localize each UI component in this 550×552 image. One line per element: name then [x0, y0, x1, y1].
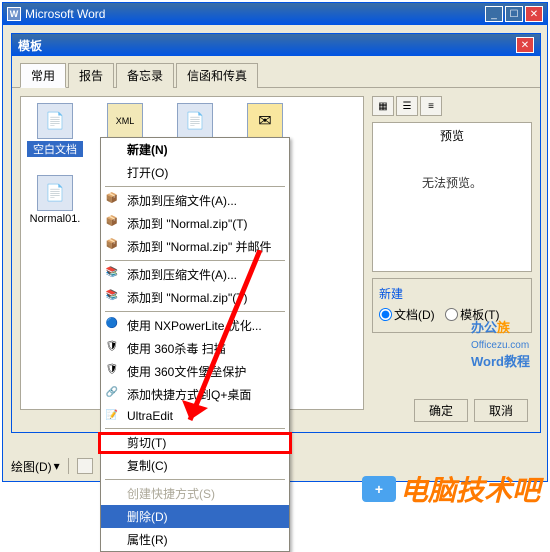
- menu-item-label: 添加到 "Normal.zip"(T): [127, 217, 248, 231]
- menu-item[interactable]: 📦 添加到 "Normal.zip"(T): [101, 212, 289, 235]
- xml-icon: XML: [107, 103, 143, 139]
- menu-item-label: 复制(C): [127, 459, 168, 473]
- menu-item[interactable]: 打开(O): [101, 161, 289, 184]
- menu-item[interactable]: 📝 UltraEdit: [101, 406, 289, 426]
- menu-item[interactable]: 剪切(T): [101, 431, 289, 454]
- menu-item[interactable]: 🔗 添加快捷方式到Q+桌面: [101, 383, 289, 406]
- menu-item-icon: 📦: [105, 191, 119, 205]
- menu-item[interactable]: 📦 添加到压缩文件(A)...: [101, 189, 289, 212]
- radio-template-input[interactable]: [445, 308, 458, 321]
- menu-separator: [105, 428, 285, 429]
- menu-separator: [105, 260, 285, 261]
- menu-item-label: 使用 360杀毒 扫描: [127, 342, 226, 356]
- tab-reports[interactable]: 报告: [68, 63, 114, 88]
- dialog-tabs: 常用 报告 备忘录 信函和传真: [12, 56, 540, 88]
- menu-item[interactable]: 🔵 使用 NXPowerLite 优化...: [101, 314, 289, 337]
- menu-item-label: 使用 NXPowerLite 优化...: [127, 319, 262, 333]
- menu-separator: [105, 479, 285, 480]
- window-title: Microsoft Word: [25, 7, 485, 21]
- mail-icon: ✉: [247, 103, 283, 139]
- preview-message: 无法预览。: [377, 174, 527, 191]
- dialog-close-button[interactable]: ✕: [516, 37, 534, 53]
- view-details-button[interactable]: ≡: [420, 96, 442, 116]
- menu-item-label: 打开(O): [127, 166, 168, 180]
- watermark-officezu: 办公族 Officezu.com Word教程: [471, 317, 530, 370]
- template-item-label: 空白文档: [27, 141, 83, 157]
- toolbar-separator: [68, 458, 69, 474]
- menu-item-icon: 🛡: [105, 362, 119, 376]
- menu-item[interactable]: 新建(N): [101, 138, 289, 161]
- watermark-text: 族: [497, 320, 510, 335]
- watermark-text: 电脑技术吧: [400, 469, 540, 509]
- cancel-button[interactable]: 取消: [474, 399, 528, 422]
- tab-memos[interactable]: 备忘录: [116, 63, 174, 88]
- minimize-button[interactable]: _: [485, 6, 503, 22]
- new-header: 新建: [379, 285, 525, 302]
- radio-document-label: 文档(D): [394, 306, 435, 323]
- menu-item-icon: 📝: [105, 408, 119, 422]
- view-large-icons-button[interactable]: ▦: [372, 96, 394, 116]
- template-item-blank-doc[interactable]: 📄 空白文档: [27, 103, 83, 157]
- menu-item[interactable]: 📦 添加到 "Normal.zip" 并邮件: [101, 235, 289, 258]
- select-objects-button[interactable]: [73, 456, 97, 476]
- menu-item-icon: 📦: [105, 237, 119, 251]
- menu-item-icon: 📚: [105, 288, 119, 302]
- menu-item-icon: 📦: [105, 214, 119, 228]
- menu-separator: [105, 186, 285, 187]
- menu-item-label: 属性(R): [127, 533, 168, 547]
- menu-item: 创建快捷方式(S): [101, 482, 289, 505]
- menu-item[interactable]: 🛡 使用 360文件堡垒保护: [101, 360, 289, 383]
- dialog-titlebar: 模板 ✕: [12, 34, 540, 56]
- word-app-icon: W: [7, 7, 21, 21]
- watermark-text: Officezu.com: [471, 340, 529, 351]
- watermark-text: 办公: [471, 320, 497, 335]
- menu-item[interactable]: 属性(R): [101, 528, 289, 551]
- view-list-button[interactable]: ☰: [396, 96, 418, 116]
- preview-header: 预览: [377, 127, 527, 144]
- close-button[interactable]: ✕: [525, 6, 543, 22]
- menu-item-icon: 🔵: [105, 316, 119, 330]
- web-icon: 📄: [177, 103, 213, 139]
- menu-item[interactable]: 删除(D): [101, 505, 289, 528]
- tab-common[interactable]: 常用: [20, 63, 66, 88]
- watermark-text: Word教程: [471, 354, 530, 369]
- menu-item-label: 添加到压缩文件(A)...: [127, 268, 237, 282]
- radio-document-input[interactable]: [379, 308, 392, 321]
- menu-item-icon: 🛡: [105, 339, 119, 353]
- maximize-button[interactable]: ☐: [505, 6, 523, 22]
- titlebar: W Microsoft Word _ ☐ ✕: [3, 3, 547, 25]
- menu-item[interactable]: 🛡 使用 360杀毒 扫描: [101, 337, 289, 360]
- menu-item[interactable]: 复制(C): [101, 454, 289, 477]
- menu-item-label: UltraEdit: [127, 409, 173, 423]
- template-item-normal01[interactable]: 📄 Normal01.: [27, 175, 83, 225]
- menu-item-label: 添加到 "Normal.zip"(T): [127, 291, 248, 305]
- watermark-logo-icon: +: [362, 476, 396, 502]
- menu-item-icon: 🔗: [105, 385, 119, 399]
- draw-menu[interactable]: 绘图(D) ▾: [7, 456, 64, 477]
- menu-item-label: 创建快捷方式(S): [127, 487, 215, 501]
- doc-icon: 📄: [37, 103, 73, 139]
- menu-item-label: 使用 360文件堡垒保护: [127, 365, 246, 379]
- menu-item-label: 添加到压缩文件(A)...: [127, 194, 237, 208]
- tab-letters-fax[interactable]: 信函和传真: [176, 63, 258, 88]
- menu-item[interactable]: 📚 添加到 "Normal.zip"(T): [101, 286, 289, 309]
- doc-icon: 📄: [37, 175, 73, 211]
- ok-button[interactable]: 确定: [414, 399, 468, 422]
- watermark-dianna: + 电脑技术吧: [362, 469, 540, 509]
- menu-item-label: 添加快捷方式到Q+桌面: [127, 388, 251, 402]
- menu-item-icon: 📚: [105, 265, 119, 279]
- menu-separator: [105, 311, 285, 312]
- menu-item[interactable]: 📚 添加到压缩文件(A)...: [101, 263, 289, 286]
- preview-box: 预览 无法预览。: [372, 122, 532, 272]
- radio-document[interactable]: 文档(D): [379, 306, 435, 323]
- context-menu: 新建(N) 打开(O) 📦 添加到压缩文件(A)... 📦 添加到 "Normal.zip…: [100, 137, 290, 552]
- dialog-title: 模板: [18, 37, 516, 54]
- menu-item-label: 删除(D): [127, 510, 168, 524]
- template-item-label: Normal01.: [27, 213, 83, 225]
- menu-item-label: 新建(N): [127, 143, 168, 157]
- draw-label: 绘图(D): [11, 458, 52, 475]
- menu-item-label: 添加到 "Normal.zip" 并邮件: [127, 240, 272, 254]
- pointer-icon: [77, 458, 93, 474]
- menu-item-label: 剪切(T): [127, 436, 166, 450]
